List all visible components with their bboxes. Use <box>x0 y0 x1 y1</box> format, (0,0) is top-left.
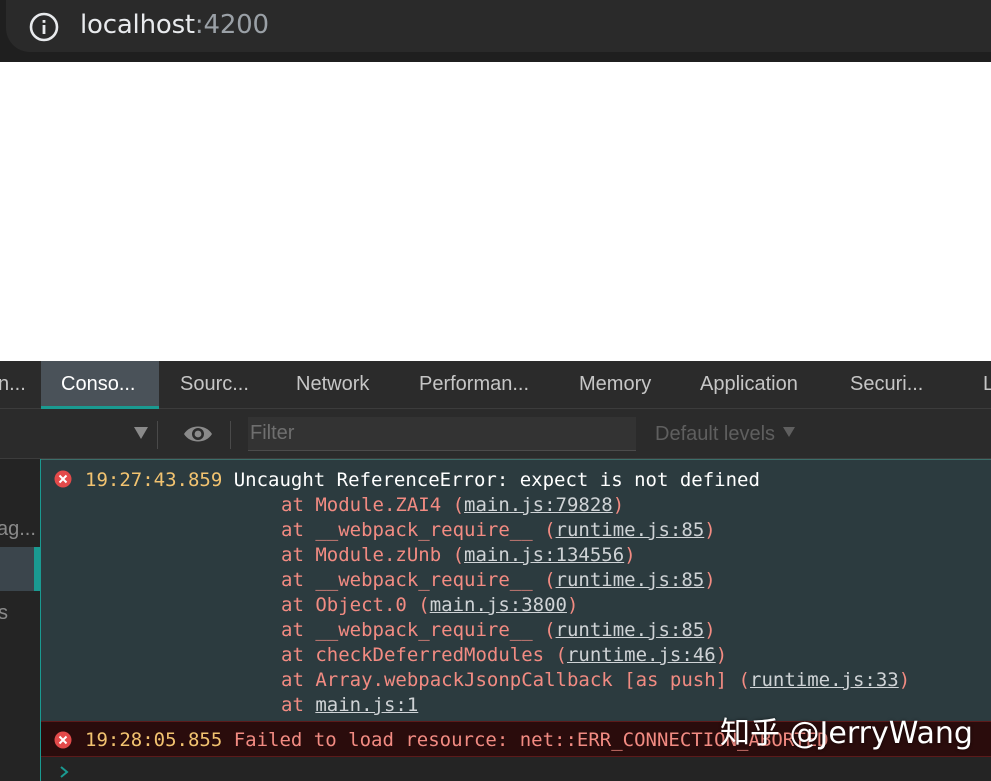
info-icon[interactable] <box>28 11 60 43</box>
error-headline-row: 19:28:05.855 Failed to load resource: ne… <box>85 728 829 753</box>
source-link[interactable]: runtime.js:85 <box>556 569 705 591</box>
tab-network[interactable]: Network <box>296 361 396 409</box>
stack-frame: at main.js:1 <box>281 693 418 718</box>
page-content <box>0 62 991 361</box>
stack-frame-suffix: ) <box>704 569 716 591</box>
source-link[interactable]: runtime.js:46 <box>567 644 716 666</box>
url-port: :4200 <box>194 10 269 40</box>
stack-frame-text: at Module.zUnb ( <box>281 544 465 566</box>
source-link[interactable]: runtime.js:85 <box>556 619 705 641</box>
error-icon <box>54 470 72 488</box>
filter-input[interactable] <box>248 417 636 451</box>
address-bar[interactable]: localhost:4200 <box>6 0 991 52</box>
tab-security[interactable]: Securi... <box>850 361 950 409</box>
stack-frame-suffix: ) <box>612 494 625 516</box>
stack-frame-text: at checkDeferredModules ( <box>281 644 567 666</box>
tab-sources[interactable]: Sourc... <box>180 361 276 409</box>
stack-frame-suffix: ) <box>624 544 636 566</box>
source-link[interactable]: main.js:1 <box>315 694 418 716</box>
watermark: 知乎 @JerryWang <box>720 716 973 751</box>
stack-frame-text: at __webpack_require__ ( <box>281 619 556 641</box>
sidebar-item-messages[interactable]: ag... <box>0 509 37 549</box>
browser-toolbar: localhost:4200 <box>0 0 991 62</box>
stack-frame: at Module.ZAI4 (main.js:79828) <box>281 493 624 518</box>
log-levels-dropdown[interactable]: Default levels <box>655 419 796 449</box>
timestamp: 19:27:43.859 <box>85 469 223 491</box>
dropdown-arrow-icon <box>134 427 148 439</box>
context-selector[interactable] <box>0 409 157 459</box>
console-error-message: 19:27:43.859 Uncaught ReferenceError: ex… <box>41 459 991 721</box>
timestamp: 19:28:05.855 <box>85 729 223 751</box>
eye-icon[interactable] <box>182 422 214 446</box>
tab-performance[interactable]: Performan... <box>419 361 559 409</box>
tab-memory[interactable]: Memory <box>579 361 679 409</box>
stack-frame-text: at Object.0 ( <box>281 594 430 616</box>
stack-frame-suffix: ) <box>567 594 579 616</box>
stack-frame-suffix: ) <box>898 669 911 691</box>
tab-elements[interactable]: n... <box>0 361 28 409</box>
stack-frame-text: at __webpack_require__ ( <box>281 519 556 541</box>
stack-frame-suffix: ) <box>704 519 716 541</box>
sidebar-item-errors[interactable]: s <box>0 593 38 633</box>
source-link[interactable]: runtime.js:33 <box>750 669 899 691</box>
url-text[interactable]: localhost:4200 <box>80 8 269 42</box>
stack-frame-text: at Array.webpackJsonpCallback [as push] … <box>281 669 750 691</box>
console-sidebar: ag... s <box>0 459 40 781</box>
stack-frame-suffix: ) <box>715 644 728 666</box>
source-link[interactable]: main.js:134556 <box>464 544 624 566</box>
error-icon <box>54 731 72 749</box>
stack-frame-suffix: ) <box>704 619 716 641</box>
tab-application[interactable]: Application <box>700 361 830 409</box>
source-link[interactable]: main.js:3800 <box>430 594 567 616</box>
stack-frame: at __webpack_require__ (runtime.js:85) <box>281 568 716 593</box>
tab-lighthouse[interactable]: L <box>983 361 991 409</box>
stack-frame-text: at __webpack_require__ ( <box>281 569 556 591</box>
toolbar-divider <box>157 421 158 449</box>
stack-frame: at Array.webpackJsonpCallback [as push] … <box>281 668 910 693</box>
log-levels-label: Default levels <box>655 423 776 445</box>
chevron-down-icon <box>783 427 796 437</box>
stack-frame-text: at <box>281 694 316 716</box>
toolbar-divider <box>230 421 231 449</box>
stack-frame: at __webpack_require__ (runtime.js:85) <box>281 618 716 643</box>
stack-frame: at Object.0 (main.js:3800) <box>281 593 578 618</box>
tab-console[interactable]: Conso... <box>41 361 159 409</box>
source-link[interactable]: main.js:79828 <box>464 494 613 516</box>
stack-frame: at __webpack_require__ (runtime.js:85) <box>281 518 716 543</box>
url-host: localhost <box>80 10 195 40</box>
console-toolbar: Default levels <box>0 409 991 459</box>
console-prompt-icon[interactable] <box>58 765 70 779</box>
source-link[interactable]: runtime.js:85 <box>556 519 705 541</box>
error-text: Uncaught ReferenceError: expect is not d… <box>233 469 760 491</box>
devtools-tabbar: n... Conso... Sourc... Network Performan… <box>0 361 991 409</box>
error-headline-row: 19:27:43.859 Uncaught ReferenceError: ex… <box>85 468 760 493</box>
stack-frame-text: at Module.ZAI4 ( <box>281 494 465 516</box>
stack-frame: at Module.zUnb (main.js:134556) <box>281 543 636 568</box>
stack-frame: at checkDeferredModules (runtime.js:46) <box>281 643 727 668</box>
